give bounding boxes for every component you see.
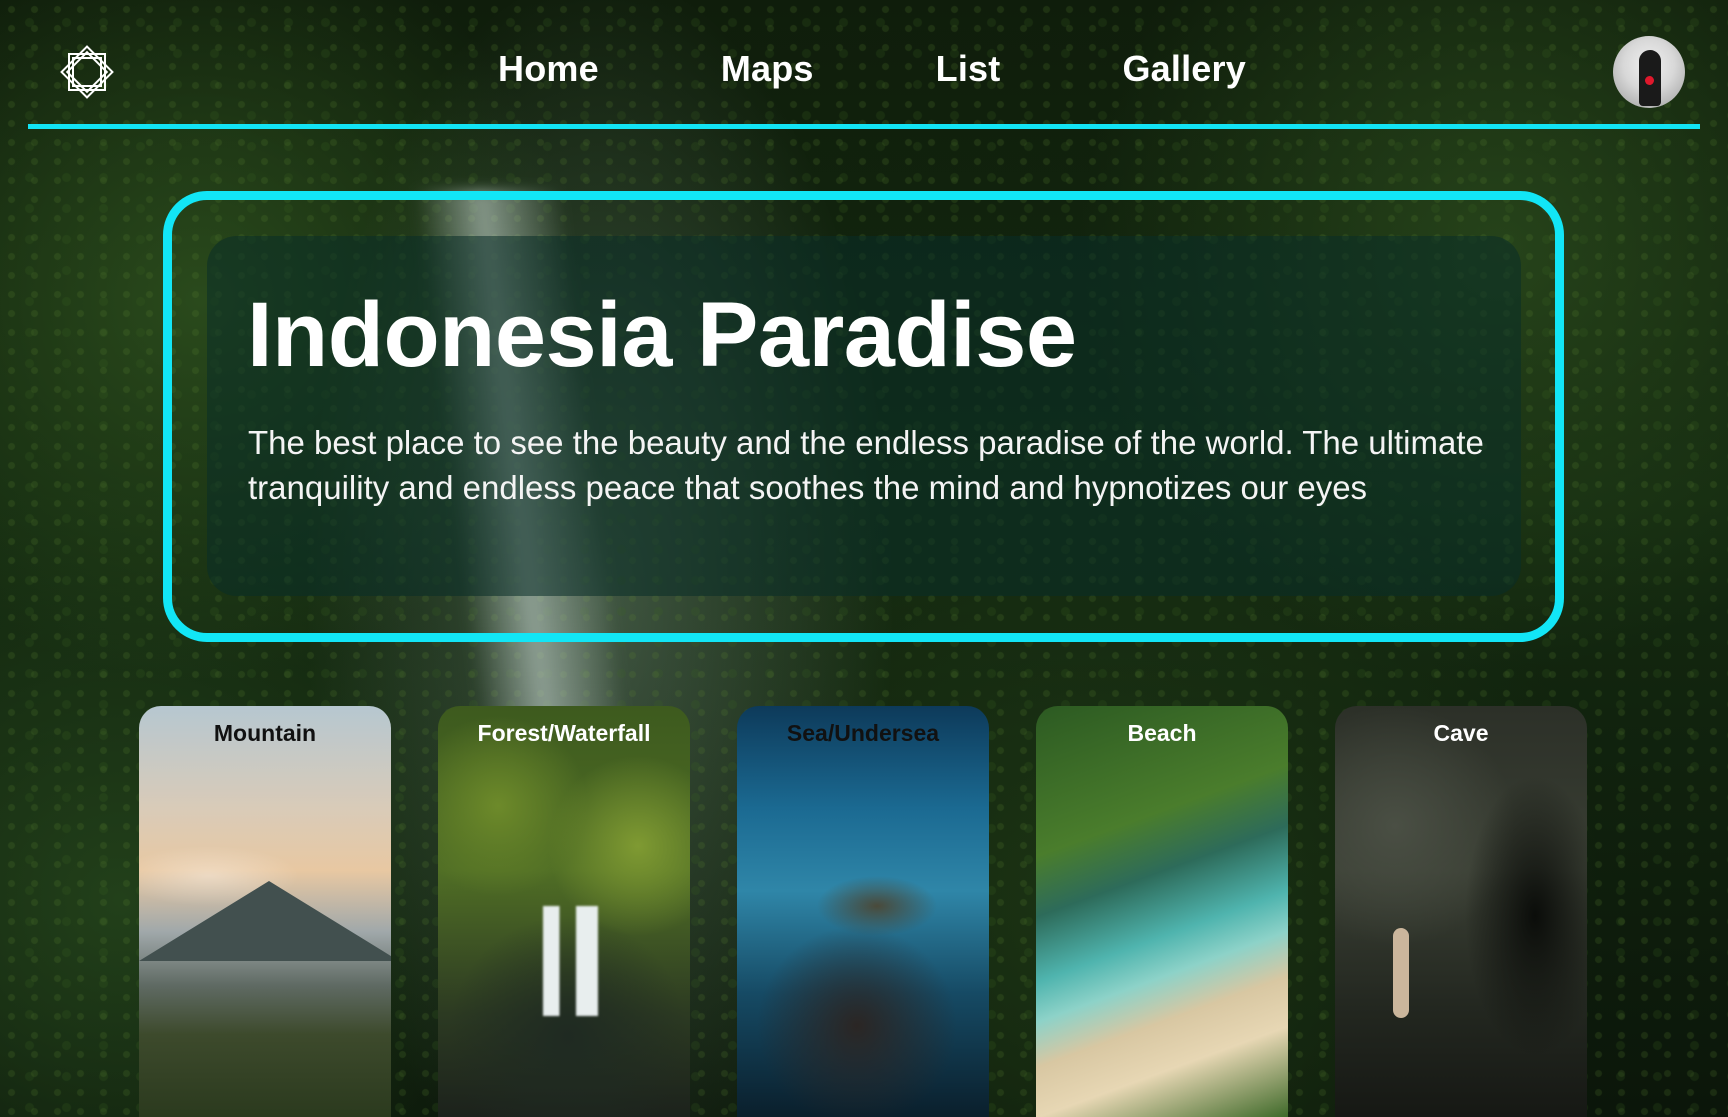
hero-title: Indonesia Paradise [247, 284, 1077, 386]
user-avatar[interactable] [1613, 36, 1685, 108]
waterfall-stream [543, 906, 598, 1016]
card-label: Cave [1433, 720, 1489, 746]
nav-home-link[interactable]: Home [498, 48, 599, 90]
card-label: Sea/Undersea [786, 720, 940, 746]
category-card-mountain[interactable]: Mountain [139, 706, 391, 1117]
navbar: Home Maps List Gallery [0, 0, 1728, 128]
logo-star-icon[interactable] [55, 40, 119, 104]
card-label: Beach [1127, 720, 1197, 746]
avatar-heart-icon [1645, 76, 1654, 85]
cave-person-figure [1393, 928, 1409, 1018]
nav-gallery-link[interactable]: Gallery [1122, 48, 1245, 90]
hero-description: The best place to see the beauty and the… [248, 424, 1484, 506]
category-card-sea-undersea[interactable]: Sea/Undersea [737, 706, 989, 1117]
category-card-beach[interactable]: Beach [1036, 706, 1288, 1117]
card-label: Mountain [213, 720, 317, 746]
nav-list-link[interactable]: List [936, 48, 1001, 90]
category-card-forest-waterfall[interactable]: Forest/Waterfall [438, 706, 690, 1117]
nav-links: Home Maps List Gallery [498, 48, 1246, 90]
card-label: Forest/Waterfall [477, 720, 651, 746]
nav-maps-link[interactable]: Maps [721, 48, 814, 90]
mountain-peak [139, 881, 391, 961]
header-divider [28, 124, 1700, 129]
category-card-cave[interactable]: Cave [1335, 706, 1587, 1117]
